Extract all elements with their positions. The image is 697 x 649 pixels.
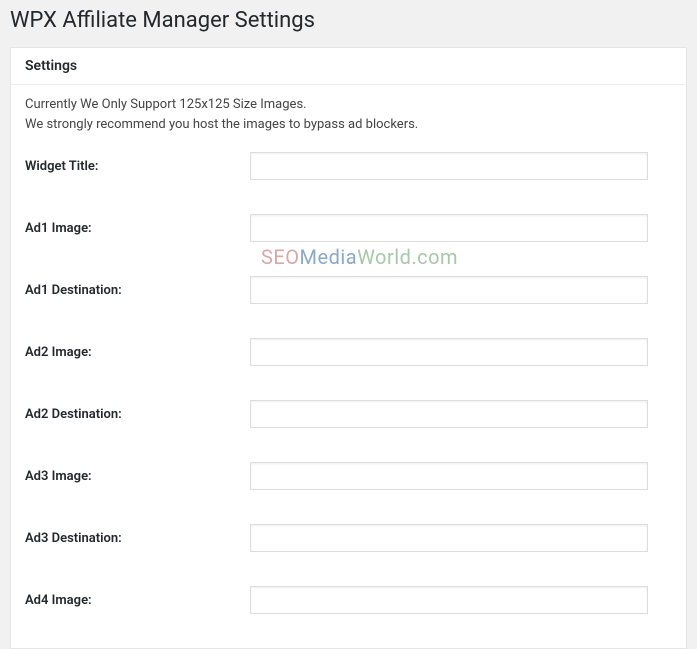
input-ad1-image[interactable] (250, 214, 648, 242)
row-ad4-image: Ad4 Image: (25, 586, 672, 614)
input-ad3-destination[interactable] (250, 524, 648, 552)
label-ad4-image: Ad4 Image: (25, 593, 250, 608)
label-ad1-destination: Ad1 Destination: (25, 283, 250, 298)
label-ad2-image: Ad2 Image: (25, 345, 250, 360)
support-notice: Currently We Only Support 125x125 Size I… (25, 95, 672, 134)
watermark-media: Media (300, 245, 358, 269)
panel-body: Currently We Only Support 125x125 Size I… (11, 85, 686, 614)
settings-panel: Settings Currently We Only Support 125x1… (10, 47, 687, 649)
row-ad3-destination: Ad3 Destination: (25, 524, 672, 552)
panel-header: Settings (11, 48, 686, 85)
notice-line-1: Currently We Only Support 125x125 Size I… (25, 97, 307, 112)
notice-line-2: We strongly recommend you host the image… (25, 117, 418, 132)
input-ad4-image[interactable] (250, 586, 648, 614)
page-title: WPX Affiliate Manager Settings (0, 0, 697, 47)
watermark-world: World.com (357, 245, 458, 269)
row-ad1-image: Ad1 Image: (25, 214, 672, 242)
row-ad2-destination: Ad2 Destination: (25, 400, 672, 428)
label-ad3-image: Ad3 Image: (25, 469, 250, 484)
label-ad3-destination: Ad3 Destination: (25, 531, 250, 546)
input-ad2-destination[interactable] (250, 400, 648, 428)
label-widget-title: Widget Title: (25, 159, 250, 174)
watermark: SEOMediaWorld.com (261, 245, 458, 269)
input-widget-title[interactable] (250, 152, 648, 180)
row-ad3-image: Ad3 Image: (25, 462, 672, 490)
row-ad1-destination: Ad1 Destination: (25, 276, 672, 304)
watermark-seo: SEO (261, 245, 300, 269)
row-ad2-image: Ad2 Image: (25, 338, 672, 366)
input-ad1-destination[interactable] (250, 276, 648, 304)
row-widget-title: Widget Title: (25, 152, 672, 180)
input-ad3-image[interactable] (250, 462, 648, 490)
label-ad2-destination: Ad2 Destination: (25, 407, 250, 422)
input-ad2-image[interactable] (250, 338, 648, 366)
label-ad1-image: Ad1 Image: (25, 221, 250, 236)
